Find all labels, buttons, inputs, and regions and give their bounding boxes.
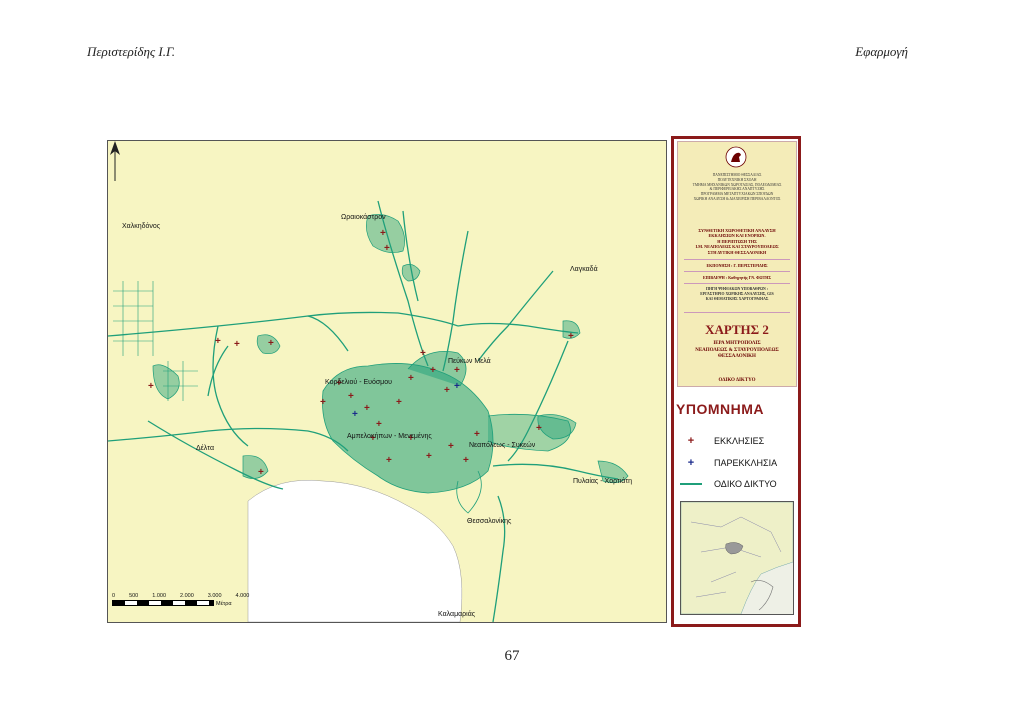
scale-bar-graphic [112,600,214,606]
church-marker: + [568,331,574,342]
place-label: Πεύκων Μελά [448,358,491,365]
prepared-by: ΕΚΠΟΝΗΣΗ : Γ. ΠΕΡΙΣΤΕΡΙΔΗΣ [706,263,768,268]
place-label: Αμπελοκήπων - Μενεμένης [347,433,432,440]
place-label: Νεαπόλεως - Συκεών [469,442,536,449]
place-label: Πυλαίας - Χορτιάτη [573,478,632,485]
divider [684,271,790,272]
church-marker: + [148,381,154,392]
divider [684,312,790,313]
map-subtitle: ΙΕΡΑ ΜΗΤΡΟΠΟΛΙΣ ΝΕΑΠΟΛΕΩΣ & ΣΤΑΥΡΟΥΠΟΛΕΩ… [680,341,794,361]
sea-area [247,479,463,622]
study-line: Ι.Μ. ΝΕΑΠΟΛΕΩΣ ΚΑΙ ΣΤΑΥΡΟΥΠΟΛΕΩΣ [695,244,779,250]
chapel-symbol-icon: + [687,457,695,469]
locator-map-graphic [681,502,793,614]
scale-tick: 2.000 [180,593,194,599]
legend-label: ΕΚΚΛΗΣΙΕΣ [714,436,765,446]
church-marker: + [376,419,382,430]
church-marker: + [348,391,354,402]
scale-tick: 500 [129,593,139,599]
legend-title: ΥΠΟΜΝΗΜΑ [676,401,764,417]
church-marker: + [364,403,370,414]
scale-tick: 3.000 [207,593,222,599]
divider [684,283,790,284]
header-section: Εφαρμογή [855,44,908,59]
church-marker: + [420,348,426,359]
locator-inset-map [680,501,794,615]
legend-item-chapels: + ΠΑΡΕΚΚΛΗΣΙΑ [680,457,777,469]
place-label: Δέλτα [196,445,215,452]
church-marker: + [408,373,414,384]
divider [684,259,790,260]
place-label: Ωραιοκάστρον [341,214,386,221]
place-label: Θεσσαλονίκης [467,518,512,525]
subtitle-line: ΘΕΣΣΑΛΟΝΙΚΗ [718,354,756,359]
legend-label: ΟΔΙΚΟ ΔΙΚΤΥΟ [714,479,777,489]
map-title: ΧΑΡΤΗΣ 2 [705,322,769,337]
place-label: Καλαμαριάς [438,611,476,618]
header-author: Περιστερίδης Ι.Γ. [87,44,175,59]
church-marker: + [474,429,480,440]
scale-bar: 0 500 1.000 2.000 3.000 4.000 Μέτρα [112,593,250,607]
university-text: ΠΑΝΕΠΙΣΤΗΜΙΟ ΘΕΣΣΑΛΙΑΣ ΠΟΛΥΤΕΧΝΙΚΗ ΣΧΟΛΗ… [680,173,794,202]
church-marker: + [463,455,469,466]
north-arrow-icon [110,141,120,181]
church-marker: + [268,338,274,349]
map-info-panel: ΠΑΝΕΠΙΣΤΗΜΙΟ ΘΕΣΣΑΛΙΑΣ ΠΟΛΥΤΕΧΝΙΚΗ ΣΧΟΛΗ… [671,136,801,627]
church-marker: + [448,441,454,452]
title-block: ΠΑΝΕΠΙΣΤΗΜΙΟ ΘΕΣΣΑΛΙΑΣ ΠΟΛΥΤΕΧΝΙΚΗ ΣΧΟΛΗ… [677,141,797,387]
place-label: Κορδελιού - Ευόσμου [325,379,392,386]
place-label: Λαγκαδά [570,266,598,273]
university-line: ΧΩΡΙΚΗ ΑΝΑΛΥΣΗ & ΔΙΑΧΕΙΡΙΣΗ ΠΕΡΙΒΑΛΛΟΝΤΟ… [693,196,781,201]
legend-label: ΠΑΡΕΚΚΛΗΣΙΑ [714,458,778,468]
church-marker: + [426,451,432,462]
church-marker: + [454,365,460,376]
church-marker: + [320,397,326,408]
church-marker: + [215,336,221,347]
church-marker: + [384,243,390,254]
study-line: ΣΤΗ ΔΥΤΙΚΗ ΘΕΣΣΑΛΟΝΙΚΗ [707,249,767,255]
legend-item-churches: + ΕΚΚΛΗΣΙΕΣ [680,435,764,447]
scale-tick: 1.000 [152,593,167,599]
study-title: ΣΥΝΘΕΤΙΚΗ ΧΩΡΟΘΕΤΙΚΗ ΑΝΑΛΥΣΗ ΕΚΚΛΗΣΙΩΝ Κ… [680,228,794,255]
church-marker: + [396,397,402,408]
legend-item-roads: ΟΔΙΚΟ ΔΙΚΤΥΟ [680,479,777,489]
road-line-icon [680,483,702,485]
supervisor: ΕΠΙΒΛΕΨΗ : Καθηγητής ΓΝ. ΦΩΤΗΣ [702,275,772,280]
church-marker: + [430,365,436,376]
scale-tick: 0 [112,593,116,599]
page-number: 67 [504,648,520,664]
scale-tick: 4.000 [235,593,250,599]
church-marker: + [536,423,542,434]
map-network-label: ΟΔΙΚΟ ΔΙΚΤΥΟ [718,378,756,383]
university-logo-icon [725,146,747,168]
church-marker: + [444,385,450,396]
source-line: ΚΑΙ ΘΕΜΑΤΙΚΗΣ ΧΑΡΤΟΓΡΑΦΙΑΣ [705,297,769,301]
church-marker: + [258,467,264,478]
place-label: Χαλκηδόνος [122,223,161,230]
church-marker: + [234,339,240,350]
scale-unit: Μέτρα [216,601,232,607]
chapel-marker: + [352,409,358,420]
map-frame: + + + + + + + + + + + + + + + + + + + + … [107,140,667,623]
church-marker: + [380,228,386,239]
church-marker: + [386,455,392,466]
church-symbol-icon: + [687,435,695,447]
data-source: ΠΗΓΗ ΨΗΦΙΑΚΩΝ ΥΠΟΒΑΘΡΩΝ : ΕΡΓΑΣΤΗΡΙΟ ΧΩΡ… [680,287,794,302]
chapel-marker: + [454,381,460,392]
